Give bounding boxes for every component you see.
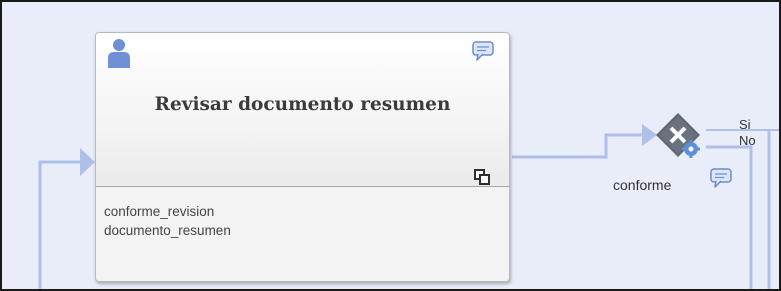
task-title: Revisar documento resumen [154,94,451,115]
incoming-connector [38,160,80,289]
task-header: Revisar documento resumen [96,33,509,187]
task-to-gateway-connector [512,133,642,159]
data-item: conforme_revision [104,204,215,219]
incoming-arrowhead [80,148,95,176]
gateway-arrowhead [642,124,657,146]
gateway-comment-icon[interactable] [710,168,732,188]
task-data-list: conforme_revision documento_resumen [104,202,231,240]
gateway-x-icon[interactable] [656,113,710,167]
data-item: documento_resumen [104,223,231,238]
process-canvas[interactable]: Revisar documento resumen conforme_revis… [0,0,781,291]
task-revisar-documento[interactable]: Revisar documento resumen conforme_revis… [95,32,510,282]
subprocess-icon[interactable] [474,169,490,185]
comment-icon[interactable] [472,41,494,61]
branch-label-si: Si [739,117,751,132]
gateway-label: conforme [613,177,672,193]
branch-label-no: No [739,133,756,148]
user-icon [108,39,130,68]
